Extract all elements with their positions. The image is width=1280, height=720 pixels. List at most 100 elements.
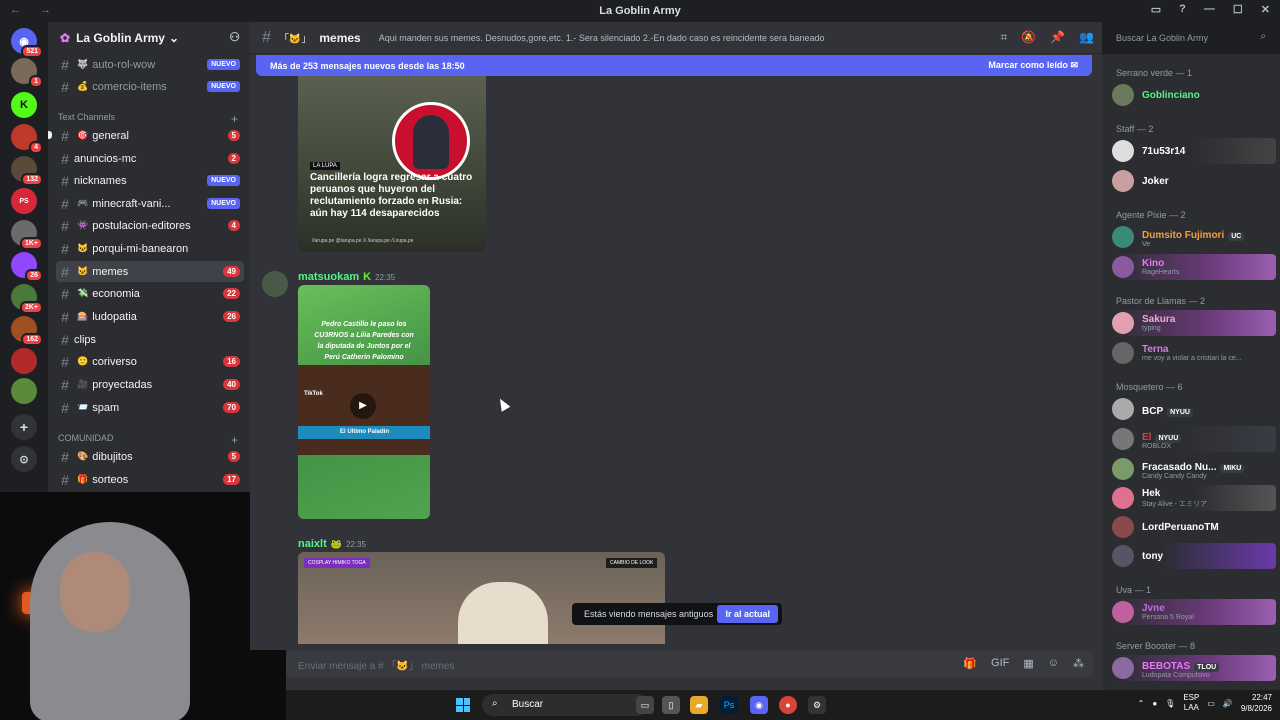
network-icon[interactable]: ▭ — [1207, 699, 1215, 708]
server-icon[interactable]: 26 — [11, 252, 43, 282]
start-button[interactable] — [456, 698, 470, 712]
avatar[interactable] — [262, 271, 288, 297]
server-icon[interactable] — [11, 348, 37, 374]
channel-memes[interactable]: # 🐱 memes 49 — [56, 261, 244, 282]
add-server-icon[interactable]: + — [11, 414, 37, 440]
task-view-icon[interactable]: ▭ — [636, 696, 654, 714]
close-icon[interactable]: ✕ — [1261, 3, 1270, 16]
channel-anuncios-mc[interactable]: # anuncios-mc 2 — [56, 148, 244, 169]
member-item[interactable]: Hek Stay Alive - エミリア — [1112, 485, 1276, 511]
explore-icon[interactable]: ⊙ — [11, 446, 37, 472]
gif-icon[interactable]: GIF — [991, 657, 1009, 670]
app-icon[interactable]: ▯ — [662, 696, 680, 714]
server-icon[interactable]: 1 — [11, 58, 43, 88]
video-embed[interactable]: Pedro Castillo le paso los CU3RNOS a Lil… — [298, 285, 430, 519]
emoji-icon[interactable]: ☺ — [1048, 657, 1059, 670]
member-item[interactable]: Joker — [1112, 168, 1276, 194]
server-icon[interactable]: 1K+ — [11, 220, 43, 250]
channel-auto-rol-wow[interactable]: # 🐺 auto-rol-wow NUEVO — [56, 54, 244, 75]
member-item[interactable]: Fracasado Nu... MIKU Candy Candy Candy — [1112, 456, 1276, 482]
channel-nicknames[interactable]: # nicknames NUEVO — [56, 170, 244, 191]
search-input[interactable]: Buscar La Goblin Army ⌕ — [1108, 28, 1272, 48]
server-icon[interactable]: 162 — [11, 316, 43, 346]
member-item[interactable]: LordPeruanoTM — [1112, 514, 1276, 540]
avatar — [1112, 140, 1134, 162]
member-group-title: Server Booster — 8 — [1116, 641, 1196, 651]
help-icon[interactable]: ? — [1179, 3, 1186, 16]
member-item[interactable]: Sakura typing — [1112, 310, 1276, 336]
sticker-icon[interactable]: ▦ — [1023, 657, 1033, 670]
channel-topic[interactable]: Aqui manden sus memes. Desnudos,gore,etc… — [379, 33, 939, 43]
message-input[interactable]: Enviar mensaje a # 「🐱」 memes 🎁 GIF ▦ ☺ ⁂ — [286, 650, 1094, 678]
channel-dibujitos[interactable]: # 🎨 dibujitos 5 — [56, 446, 244, 467]
pin-icon[interactable]: 📌 — [1050, 30, 1065, 45]
volume-icon[interactable]: 🔊 — [1223, 699, 1233, 708]
app-icon[interactable]: ⚙ — [808, 696, 826, 714]
member-item[interactable]: tony — [1112, 543, 1276, 569]
member-item[interactable]: Jvne Persona 5 Royal — [1112, 599, 1276, 625]
server-icon[interactable]: PS — [11, 188, 37, 214]
channel-general[interactable]: # 🎯 general 5 — [56, 125, 244, 146]
member-item[interactable]: Goblinciano — [1112, 82, 1276, 108]
home-button[interactable]: ◉ 521 — [11, 28, 43, 58]
channel-comercio-items[interactable]: # 💰 comercio-items NUEVO — [56, 76, 244, 97]
mute-icon[interactable]: 🔕 — [1021, 30, 1036, 45]
jump-to-present-button[interactable]: Ir al actual — [717, 605, 778, 623]
add-member-icon[interactable]: ⚇ — [229, 30, 240, 44]
news-image-embed[interactable]: LA LUPA Cancillería logra regresar a cua… — [298, 76, 486, 252]
channel-sorteos[interactable]: # 🎁 sorteos 17 — [56, 469, 244, 490]
taskbar-search[interactable]: ⌕ Buscar — [482, 694, 648, 716]
member-item[interactable]: BEBOTAS TLOU Ludopata Compulsivo — [1112, 655, 1276, 681]
tray-app-icon[interactable]: ● — [1152, 699, 1157, 708]
gift-icon[interactable]: 🎁 — [963, 657, 977, 670]
chrome-icon[interactable]: ● — [779, 696, 797, 714]
server-icon[interactable]: 2K+ — [11, 284, 43, 314]
photoshop-icon[interactable]: Ps — [720, 696, 738, 714]
inbox-icon[interactable]: ▭ — [1151, 3, 1161, 16]
server-header[interactable]: ✿ La Goblin Army ⌄ ⚇ — [48, 22, 250, 54]
search-icon: ⌕ — [492, 698, 498, 709]
channel-postulacion-editores[interactable]: # 👾 postulacion-editores 4 — [56, 215, 244, 236]
server-icon[interactable]: 4 — [11, 124, 43, 154]
channel-minecraft[interactable]: # 🎮 minecraft-vani... NUEVO — [56, 193, 244, 214]
member-item[interactable]: 71u53r14 — [1112, 138, 1276, 164]
image-embed[interactable]: COSPLAY HIMIKO TOGA CAMBIO DE LOOK — [298, 552, 665, 644]
new-messages-bar[interactable]: Más de 253 mensajes nuevos desde las 18:… — [256, 55, 1092, 76]
channel-economia[interactable]: # 💸 economia 22 — [56, 283, 244, 304]
member-list-icon[interactable]: 👥 — [1079, 30, 1094, 45]
discord-icon[interactable]: ◉ — [750, 696, 768, 714]
channel-ludopatia[interactable]: # 🎰 ludopatia 26 — [56, 306, 244, 327]
clock[interactable]: 22:47 9/8/2026 — [1241, 692, 1272, 714]
member-item[interactable]: Kino RageHearts — [1112, 254, 1276, 280]
channel-porqui-mi-banearon[interactable]: # 🐱 porqui-mi-banearon — [56, 238, 244, 259]
channel-spam[interactable]: # 📨 spam 70 — [56, 397, 244, 418]
search-icon: ⌕ — [1260, 31, 1266, 42]
member-item[interactable]: BCP NYUU — [1112, 396, 1276, 422]
channel-coriverso[interactable]: # 🙂 coriverso 16 — [56, 351, 244, 372]
server-icon[interactable]: 132 — [11, 156, 43, 186]
maximize-icon[interactable]: ☐ — [1233, 3, 1243, 16]
threads-icon[interactable]: ⌗ — [1000, 30, 1007, 45]
minimize-icon[interactable]: — — [1204, 3, 1215, 16]
member-item[interactable]: Terna me voy a violar a cristian la ce... — [1112, 340, 1276, 366]
tiktok-watermark: TikTok — [304, 391, 323, 397]
input-language[interactable]: ESP LAA — [1183, 693, 1199, 713]
category-comunidad[interactable]: COMUNIDAD + — [58, 433, 238, 447]
category-text-channels[interactable]: Text Channels + — [58, 112, 238, 126]
tray-chevron-icon[interactable]: ⌃ — [1138, 699, 1145, 708]
file-explorer-icon[interactable]: ▰ — [690, 696, 708, 714]
apps-icon[interactable]: ⁂ — [1073, 657, 1084, 670]
member-item[interactable]: El NYUU ROBLOX — [1112, 426, 1276, 452]
mic-icon[interactable]: 🎙 — [1165, 699, 1175, 708]
member-item[interactable]: Dumsito Fujimori UC Ve — [1112, 224, 1276, 250]
mark-read-button[interactable]: Marcar como leído ✉ — [988, 60, 1078, 71]
play-icon[interactable]: ▶ — [350, 393, 376, 419]
channel-clips[interactable]: # clips — [56, 329, 244, 350]
nav-arrows-icon[interactable]: ← → — [10, 4, 59, 16]
server-icon[interactable] — [11, 378, 37, 404]
message-author[interactable]: naixlt — [298, 538, 327, 550]
channel-emoji: 「🐱」 — [278, 34, 312, 45]
channel-proyectadas[interactable]: # 🎥 proyectadas 40 — [56, 374, 244, 395]
server-icon[interactable]: K — [11, 92, 37, 118]
message-author[interactable]: matsuokam — [298, 271, 359, 283]
